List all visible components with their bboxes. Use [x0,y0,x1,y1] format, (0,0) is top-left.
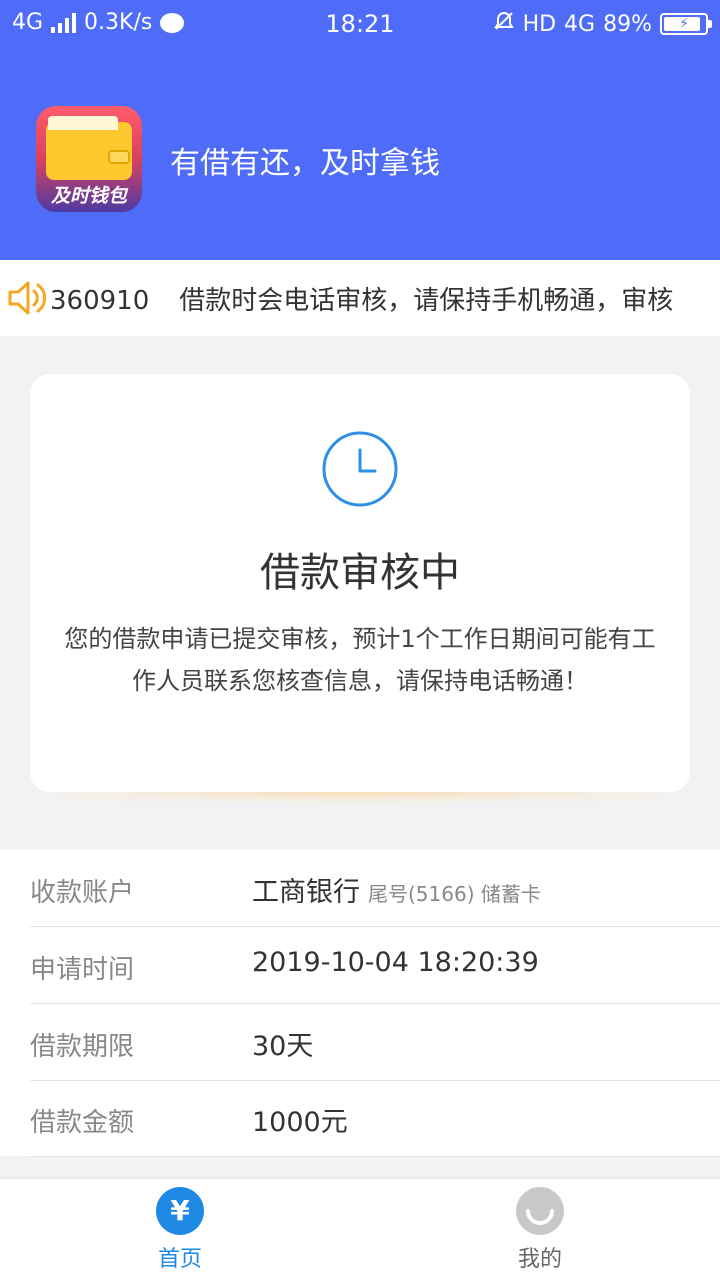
tab-home-label: 首页 [157,1247,202,1272]
network-type-right: 4G [564,11,596,37]
header: 及时钱包 有借有还，及时拿钱 [0,48,720,260]
status-right: HD 4G 89% ⚡ [493,10,712,38]
info-row-account: 收款账户 工商银行 尾号(5166) 储蓄卡 [30,850,720,927]
notice-bar[interactable]: 360910 借款时会电话审核，请保持手机畅通，审核 [0,260,720,336]
info-row-amount: 借款金额 1000元 [30,1080,720,1157]
yen-icon: ¥ [156,1187,204,1235]
loan-info-list: 收款账户 工商银行 尾号(5166) 储蓄卡 申请时间 2019-10-04 18… [0,850,720,1157]
tab-mine-label: 我的 [517,1247,562,1272]
tab-bar: ¥ 首页 我的 [0,1178,720,1280]
status-description: 您的借款申请已提交审核，预计1个工作日期间可能有工作人员联系您核查信息，请保持电… [64,625,656,695]
battery-icon: ⚡ [660,13,712,35]
info-label: 申请时间 [30,955,135,985]
clock-icon [322,431,398,507]
slogan: 有借有还，及时拿钱 [170,146,440,181]
battery-percent: 89% [603,11,652,37]
info-label: 借款期限 [30,1032,135,1062]
mute-icon [493,10,515,38]
notice-number: 360910 [50,286,150,316]
card-detail: 尾号(5166) 储蓄卡 [368,882,541,906]
info-row-time: 申请时间 2019-10-04 18:20:39 [30,927,720,1004]
notice-message: 借款时会电话审核，请保持手机畅通，审核 [179,286,674,316]
bank-name: 工商银行 [252,877,360,908]
status-bar: 4G 0.3K/s 18:21 HD 4G 89% ⚡ [0,0,720,48]
info-value: 工商银行 尾号(5166) 储蓄卡 [252,870,541,909]
status-title: 借款审核中 [260,550,460,596]
info-label: 收款账户 [30,878,135,908]
info-row-term: 借款期限 30天 [30,1004,720,1081]
notice-text: 360910 借款时会电话审核，请保持手机畅通，审核 [50,280,673,317]
logo-text: 及时钱包 [50,185,127,207]
info-label: 借款金额 [30,1108,135,1138]
app-logo: 及时钱包 [36,106,142,212]
info-value: 1000元 [252,1107,348,1138]
info-value: 2019-10-04 18:20:39 [252,947,539,978]
tab-mine[interactable]: 我的 [360,1179,720,1280]
speaker-icon [8,281,47,315]
info-value: 30天 [252,1031,314,1062]
hd-label: HD [522,11,557,37]
status-card: 借款审核中 您的借款申请已提交审核，预计1个工作日期间可能有工作人员联系您核查信… [30,374,690,792]
smile-icon [516,1187,564,1235]
tab-home[interactable]: ¥ 首页 [0,1179,360,1280]
